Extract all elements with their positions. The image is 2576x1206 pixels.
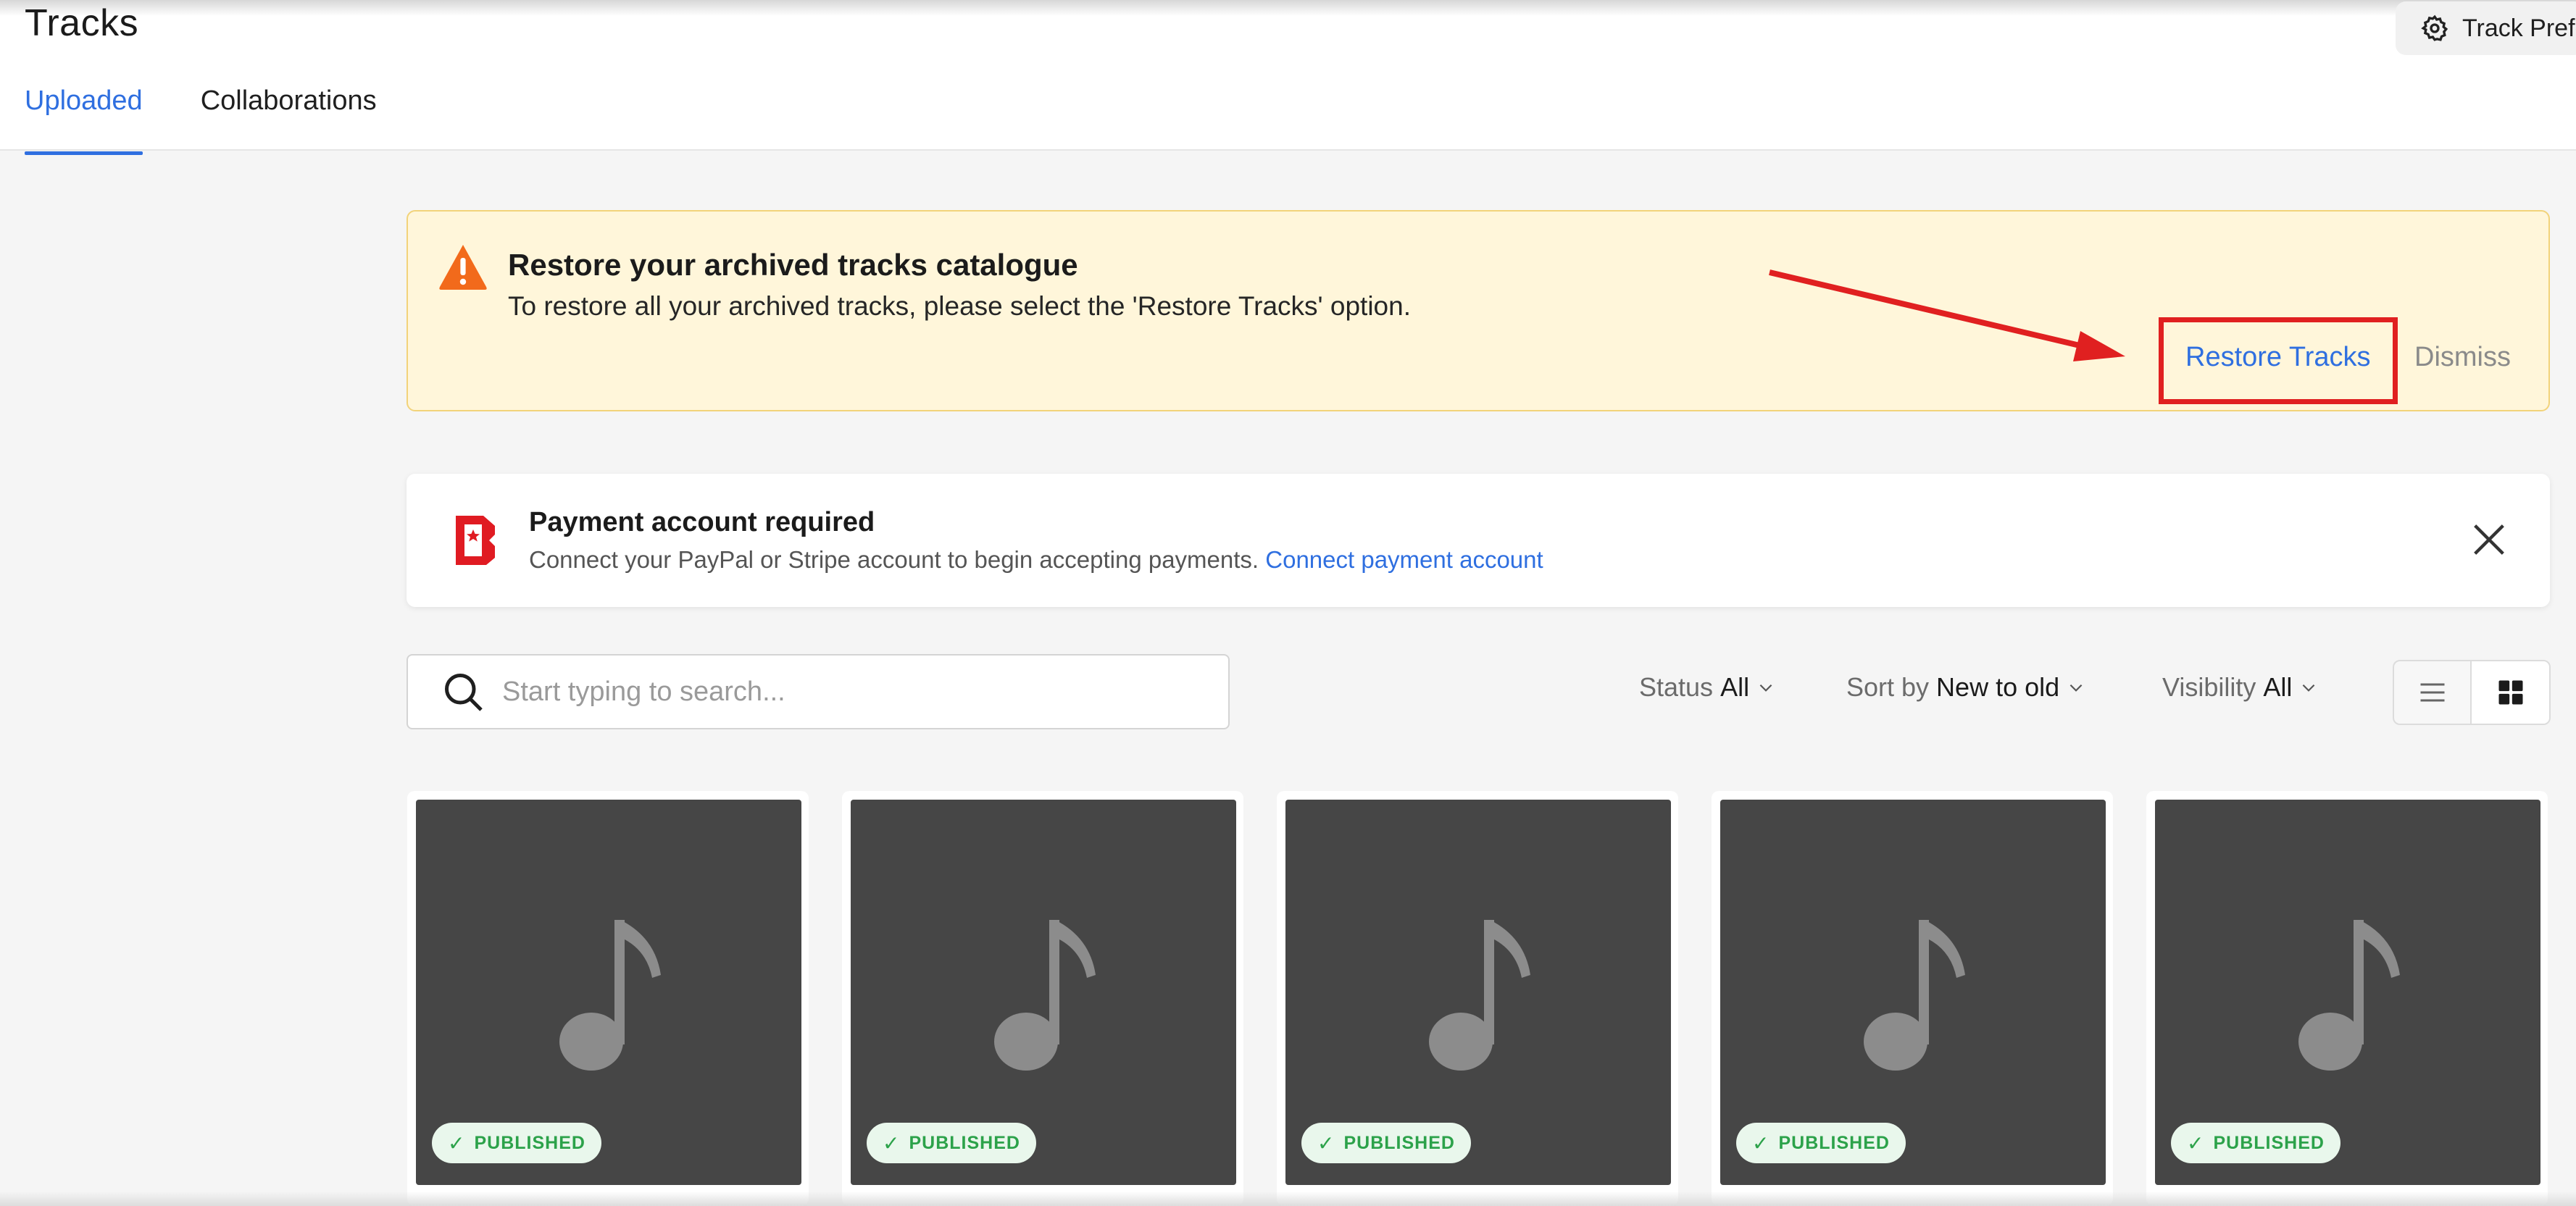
view-toggle	[2393, 660, 2551, 725]
status-badge: ✓ PUBLISHED	[1301, 1123, 1471, 1163]
status-badge: ✓ PUBLISHED	[432, 1123, 601, 1163]
dismiss-button[interactable]: Dismiss	[2414, 342, 2511, 373]
track-cover: ✓ PUBLISHED	[851, 800, 1236, 1185]
status-badge: ✓ PUBLISHED	[2171, 1123, 2341, 1163]
status-badge-label: PUBLISHED	[1778, 1132, 1890, 1153]
warning-icon	[439, 245, 487, 290]
track-card[interactable]: ✓ PUBLISHED	[842, 791, 1243, 1206]
grid-icon	[2498, 680, 2522, 705]
track-card[interactable]: ✓ PUBLISHED	[2146, 791, 2548, 1206]
status-badge: ✓ PUBLISHED	[867, 1123, 1036, 1163]
search-box	[407, 654, 1230, 729]
sort-filter[interactable]: Sort by New to old	[1846, 672, 2085, 703]
check-icon: ✓	[1317, 1131, 1335, 1155]
connect-payment-link[interactable]: Connect payment account	[1265, 546, 1543, 573]
music-note-icon	[994, 920, 1096, 1071]
tab-uploaded[interactable]: Uploaded	[25, 85, 143, 155]
status-badge: ✓ PUBLISHED	[1736, 1123, 1906, 1163]
visibility-filter-label: Visibility	[2162, 672, 2256, 702]
track-card[interactable]: ✓ PUBLISHED	[1712, 791, 2113, 1206]
check-icon: ✓	[448, 1131, 466, 1155]
close-icon[interactable]	[2468, 519, 2510, 561]
gear-icon	[2421, 14, 2448, 41]
track-cover: ✓ PUBLISHED	[416, 800, 801, 1185]
archive-banner-title: Restore your archived tracks catalogue	[508, 248, 1078, 282]
visibility-filter[interactable]: Visibility All	[2162, 672, 2318, 703]
status-filter-value: All	[1720, 672, 1750, 702]
chevron-down-icon	[1759, 684, 1772, 692]
status-badge-label: PUBLISHED	[1343, 1132, 1455, 1153]
music-note-icon	[1429, 920, 1530, 1071]
payment-description-text: Connect your PayPal or Stripe account to…	[529, 546, 1259, 573]
status-filter[interactable]: Status All	[1639, 672, 1775, 703]
check-icon: ✓	[1752, 1131, 1770, 1155]
track-card[interactable]: ✓ PUBLISHED	[1277, 791, 1678, 1206]
tab-collaborations[interactable]: Collaborations	[201, 85, 377, 151]
visibility-filter-value: All	[2263, 672, 2293, 702]
page-title: Tracks	[25, 2, 139, 44]
brand-logo-icon	[456, 516, 495, 565]
check-icon: ✓	[2187, 1131, 2205, 1155]
top-shadow	[0, 0, 2576, 16]
search-input[interactable]	[502, 676, 1154, 708]
track-cover: ✓ PUBLISHED	[1285, 800, 1671, 1185]
search-icon	[445, 674, 483, 711]
status-badge-label: PUBLISHED	[474, 1132, 585, 1153]
music-note-icon	[559, 920, 661, 1071]
archive-banner-description: To restore all your archived tracks, ple…	[508, 291, 1411, 321]
payment-banner-description: Connect your PayPal or Stripe account to…	[529, 546, 1543, 574]
list-view-button[interactable]	[2394, 661, 2472, 724]
grid-view-button[interactable]	[2472, 661, 2549, 724]
payment-required-banner: Payment account required Connect your Pa…	[407, 474, 2550, 607]
status-badge-label: PUBLISHED	[2213, 1132, 2325, 1153]
check-icon: ✓	[883, 1131, 901, 1155]
sort-filter-value: New to old	[1936, 672, 2060, 702]
track-card[interactable]: ✓ PUBLISHED	[407, 791, 809, 1206]
status-badge-label: PUBLISHED	[909, 1132, 1020, 1153]
page-header: Tracks Track Preferences Uploaded Collab…	[0, 0, 2576, 155]
track-cover: ✓ PUBLISHED	[2155, 800, 2540, 1185]
tab-bar: Uploaded Collaborations	[25, 85, 435, 155]
bottom-shadow	[0, 1192, 2576, 1206]
track-preferences-button[interactable]: Track Preferences	[2396, 1, 2576, 55]
chevron-down-icon	[2069, 684, 2083, 692]
chevron-down-icon	[2303, 684, 2315, 692]
music-note-icon	[2298, 920, 2400, 1071]
payment-banner-title: Payment account required	[529, 507, 875, 537]
list-icon	[2420, 683, 2444, 702]
music-note-icon	[1864, 920, 1965, 1071]
restore-tracks-button[interactable]: Restore Tracks	[2185, 342, 2371, 373]
status-filter-label: Status	[1639, 672, 1714, 702]
sort-filter-label: Sort by	[1846, 672, 1930, 702]
track-cover: ✓ PUBLISHED	[1720, 800, 2106, 1185]
track-preferences-label: Track Preferences	[2462, 14, 2576, 42]
